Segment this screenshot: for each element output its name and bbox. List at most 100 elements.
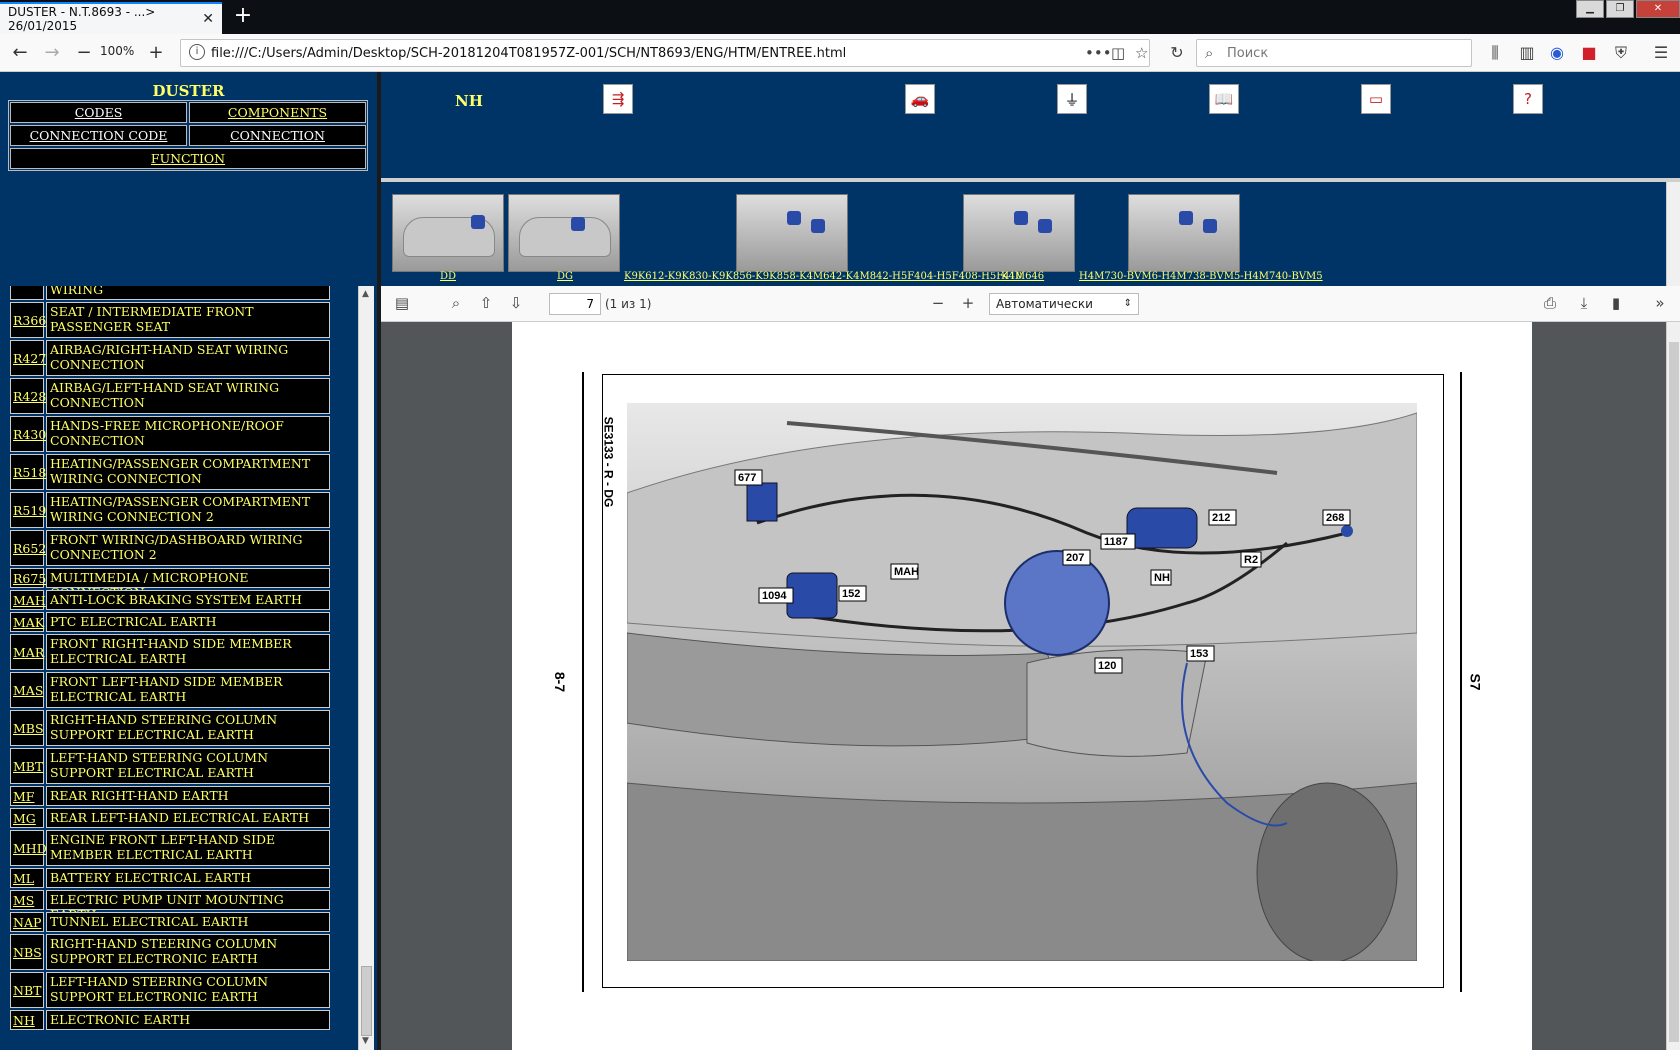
list-code-link[interactable]: NH	[10, 1010, 44, 1030]
list-code-link[interactable]: MG	[10, 808, 44, 828]
help-icon[interactable]: ?	[1513, 84, 1543, 114]
list-code-link[interactable]: MHD	[10, 830, 47, 866]
list-code-link[interactable]: R430	[10, 416, 46, 452]
search-bar[interactable]: ⌕ Поиск	[1196, 39, 1472, 67]
page-number-input[interactable]: 7	[549, 293, 601, 315]
zoom-out-button[interactable]: −	[70, 40, 98, 66]
pocket-icon[interactable]: ◫	[1111, 44, 1125, 62]
menu-icon[interactable]: ☰	[1650, 43, 1672, 62]
browser-tab[interactable]: DUSTER - N.T.8693 - ...> 26/01/2015 ✕	[0, 2, 222, 34]
thumbnail-label[interactable]: DG	[557, 271, 573, 282]
zoom-in-icon[interactable]: +	[957, 294, 979, 312]
list-code-link[interactable]: NAP	[10, 912, 44, 932]
thumbnail-image[interactable]	[392, 194, 504, 272]
tools-icon[interactable]: »	[1649, 294, 1671, 312]
list-code-link[interactable]: MAK	[10, 612, 44, 632]
reload-icon[interactable]: ↻	[1166, 43, 1188, 62]
list-code-link[interactable]: R519	[10, 492, 46, 528]
diagram-frame: SE3133 - R - DG 677 212 268 1187 207 R2 …	[601, 374, 1444, 988]
pdf-page: 8-7 S7 SE3133 - R - DG 677 212 268 1187 …	[512, 322, 1532, 1050]
window-close-button[interactable]: ✕	[1636, 0, 1680, 18]
zoom-level[interactable]: 100%	[100, 44, 134, 58]
url-bar[interactable]: i file:///C:/Users/Admin/Desktop/SCH-201…	[180, 39, 1150, 67]
scroll-thumb[interactable]	[361, 966, 372, 1036]
list-code-link[interactable]: ML	[10, 868, 44, 888]
callout-label: 212	[1212, 512, 1230, 524]
earth-ground-icon[interactable]: ⏚	[1057, 84, 1087, 114]
next-page-icon[interactable]: ⇩	[505, 294, 527, 312]
shield-icon[interactable]: ⛨	[1610, 43, 1632, 63]
new-tab-button[interactable]: +	[230, 4, 256, 30]
list-item: R428 AIRBAG/LEFT-HAND SEAT WIRING CONNECT…	[10, 378, 330, 414]
scroll-down-icon[interactable]: ▼	[362, 1036, 369, 1046]
thumbnail-image[interactable]	[1128, 194, 1240, 272]
list-item: MBT LEFT-HAND STEERING COLUMN SUPPORT ELE…	[10, 748, 330, 784]
zoom-out-icon[interactable]: −	[927, 294, 949, 312]
menu-function[interactable]: FUNCTION	[10, 148, 366, 169]
minimize-button[interactable]: ▁	[1576, 0, 1604, 18]
thumbnail-label[interactable]: DD	[440, 271, 456, 282]
list-code-link[interactable]: MAH	[10, 590, 46, 610]
globe-icon[interactable]: ◉	[1546, 43, 1568, 62]
vehicle-location-icon[interactable]: 🚗	[905, 84, 935, 114]
bookmark-icon[interactable]: ▮	[1605, 294, 1627, 312]
library-icon[interactable]: ⫼	[1484, 43, 1506, 63]
thumbnail-image[interactable]	[963, 194, 1075, 272]
list-scrollbar[interactable]: ▲ ▼	[358, 286, 374, 1050]
find-icon[interactable]: ⌕	[445, 294, 467, 312]
print-icon[interactable]: ⎙	[1539, 294, 1561, 312]
thumbnail-label[interactable]: K9K612-K9K830-K9K856-K9K858-K4M642-K4M84…	[624, 271, 1022, 282]
thumbnail-image[interactable]	[736, 194, 848, 272]
thumbnail-label[interactable]: K4M646	[1001, 271, 1044, 282]
list-code-link[interactable]: NBT	[10, 972, 44, 1008]
list-code-link[interactable]: R652	[10, 530, 46, 566]
scroll-thumb[interactable]	[1669, 342, 1679, 1042]
info-icon[interactable]: i	[189, 44, 205, 60]
menu-components[interactable]: COMPONENTS	[189, 102, 366, 123]
zoom-select[interactable]: Автоматически ⇕	[989, 293, 1139, 315]
previous-page-icon[interactable]: ⇧	[475, 294, 497, 312]
list-code-link[interactable]: MAS	[10, 672, 44, 708]
menu-connection[interactable]: CONNECTION	[189, 125, 366, 146]
close-tab-icon[interactable]: ✕	[202, 11, 214, 27]
list-code-link[interactable]: MAR	[10, 634, 44, 670]
download-icon[interactable]: ⤓	[1573, 294, 1595, 312]
list-code-link[interactable]: R366	[10, 302, 46, 338]
title-frame: DUSTER CODES COMPONENTS CONNECTION CODE …	[0, 72, 377, 286]
component-1094	[786, 572, 838, 619]
list-description: FRONT LEFT-HAND SIDE MEMBER ELECTRICAL E…	[46, 672, 330, 708]
component-marker	[787, 211, 801, 225]
zoom-in-button[interactable]: +	[142, 40, 170, 66]
list-code-link[interactable]: R427	[10, 340, 46, 376]
list-code-link[interactable]: MF	[10, 786, 44, 806]
list-code[interactable]	[10, 286, 44, 300]
thumbnail-image[interactable]	[508, 194, 620, 272]
extension-icon[interactable]: ■	[1578, 43, 1600, 62]
forward-button[interactable]: →	[38, 40, 66, 66]
scroll-up-icon[interactable]: ▲	[362, 289, 369, 299]
callout-label: 120	[1098, 660, 1116, 672]
manual-book-icon[interactable]: 📖	[1209, 84, 1239, 114]
pdf-scrollbar[interactable]	[1666, 322, 1680, 1050]
wiring-diagram-icon[interactable]: ⇶	[603, 84, 633, 114]
menu-codes[interactable]: CODES	[10, 102, 187, 123]
thumbnail-label[interactable]: H4M730-BVM6-H4M738-BVM5-H4M740-BVM5	[1079, 271, 1323, 282]
bookmark-star-icon[interactable]: ☆	[1135, 44, 1148, 62]
sidebar-icon[interactable]: ▥	[1516, 43, 1538, 62]
restore-button[interactable]: ❐	[1606, 0, 1634, 18]
back-button[interactable]: ←	[6, 40, 34, 66]
list-code-link[interactable]: MBT	[10, 748, 44, 784]
list-code-link[interactable]: MBS	[10, 710, 44, 746]
list-code-link[interactable]: R675	[10, 568, 46, 588]
list-code-link[interactable]: MS	[10, 890, 44, 910]
list-item: MSELECTRIC PUMP UNIT MOUNTING EARTH	[10, 890, 330, 922]
thumbnail-scrollbar[interactable]	[1666, 182, 1680, 286]
list-code-link[interactable]: NBS	[10, 934, 44, 970]
sidebar-toggle-icon[interactable]: ▤	[391, 294, 413, 312]
menu-connection-code[interactable]: CONNECTION CODE	[10, 125, 187, 146]
connector-icon[interactable]: ▭	[1361, 84, 1391, 114]
more-actions-icon[interactable]: •••	[1085, 44, 1112, 62]
wheel-shape	[1256, 782, 1398, 961]
list-code-link[interactable]: R428	[10, 378, 46, 414]
list-code-link[interactable]: R518	[10, 454, 46, 490]
